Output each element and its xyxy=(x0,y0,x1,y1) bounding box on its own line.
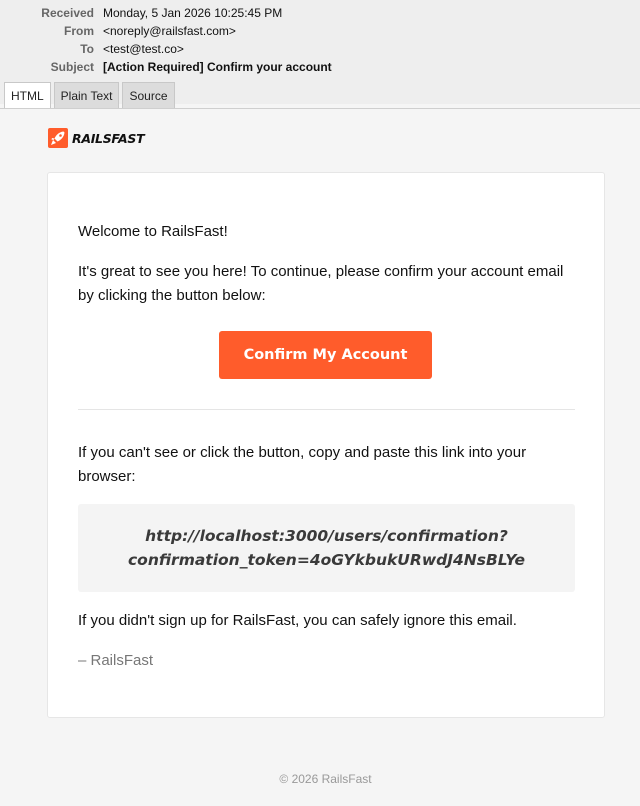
confirmation-link-line-2[interactable]: confirmation_token=4oGYkbukURwdJ4NsBLYe xyxy=(78,548,575,572)
view-tabs: HTML Plain Text Source xyxy=(4,82,175,109)
header-divider xyxy=(0,108,640,109)
subject-row: Subject [Action Required] Confirm your a… xyxy=(0,58,640,76)
fallback-text: If you can't see or click the button, co… xyxy=(78,444,527,485)
email-card: Welcome to RailsFast! It's great to see … xyxy=(47,172,605,718)
subject-label: Subject xyxy=(50,60,94,74)
from-label: From xyxy=(64,24,94,38)
signoff-text: – RailsFast xyxy=(78,652,154,669)
tab-html[interactable]: HTML xyxy=(4,82,51,109)
tab-source[interactable]: Source xyxy=(122,82,175,108)
to-label: To xyxy=(80,42,94,56)
intro-text: It's great to see you here! To continue,… xyxy=(78,263,564,304)
confirmation-link-line-1[interactable]: http://localhost:3000/users/confirmation… xyxy=(78,524,575,548)
received-value: Monday, 5 Jan 2026 10:25:45 PM xyxy=(103,6,283,20)
to-row: To <test@test.co> xyxy=(0,40,640,58)
content-divider xyxy=(78,409,575,410)
subject-value: [Action Required] Confirm your account xyxy=(103,60,332,74)
brand-logo: RAILSFAST xyxy=(48,128,145,148)
greeting-text: Welcome to RailsFast! xyxy=(78,223,228,240)
to-value: <test@test.co> xyxy=(103,42,184,56)
confirmation-link-box: http://localhost:3000/users/confirmation… xyxy=(78,504,575,592)
footer-copyright: © 2026 RailsFast xyxy=(279,772,372,786)
from-value: <noreply@railsfast.com> xyxy=(103,24,236,38)
from-row: From <noreply@railsfast.com> xyxy=(0,22,640,40)
confirm-account-button[interactable]: Confirm My Account xyxy=(219,331,432,379)
ignore-text: If you didn't sign up for RailsFast, you… xyxy=(78,612,517,629)
brand-name: RAILSFAST xyxy=(72,130,145,146)
received-label: Received xyxy=(41,6,94,20)
email-header: Received Monday, 5 Jan 2026 10:25:45 PM … xyxy=(0,0,640,109)
tab-plain-text[interactable]: Plain Text xyxy=(53,82,120,108)
received-row: Received Monday, 5 Jan 2026 10:25:45 PM xyxy=(0,4,640,22)
rocket-logo-icon xyxy=(48,128,68,148)
